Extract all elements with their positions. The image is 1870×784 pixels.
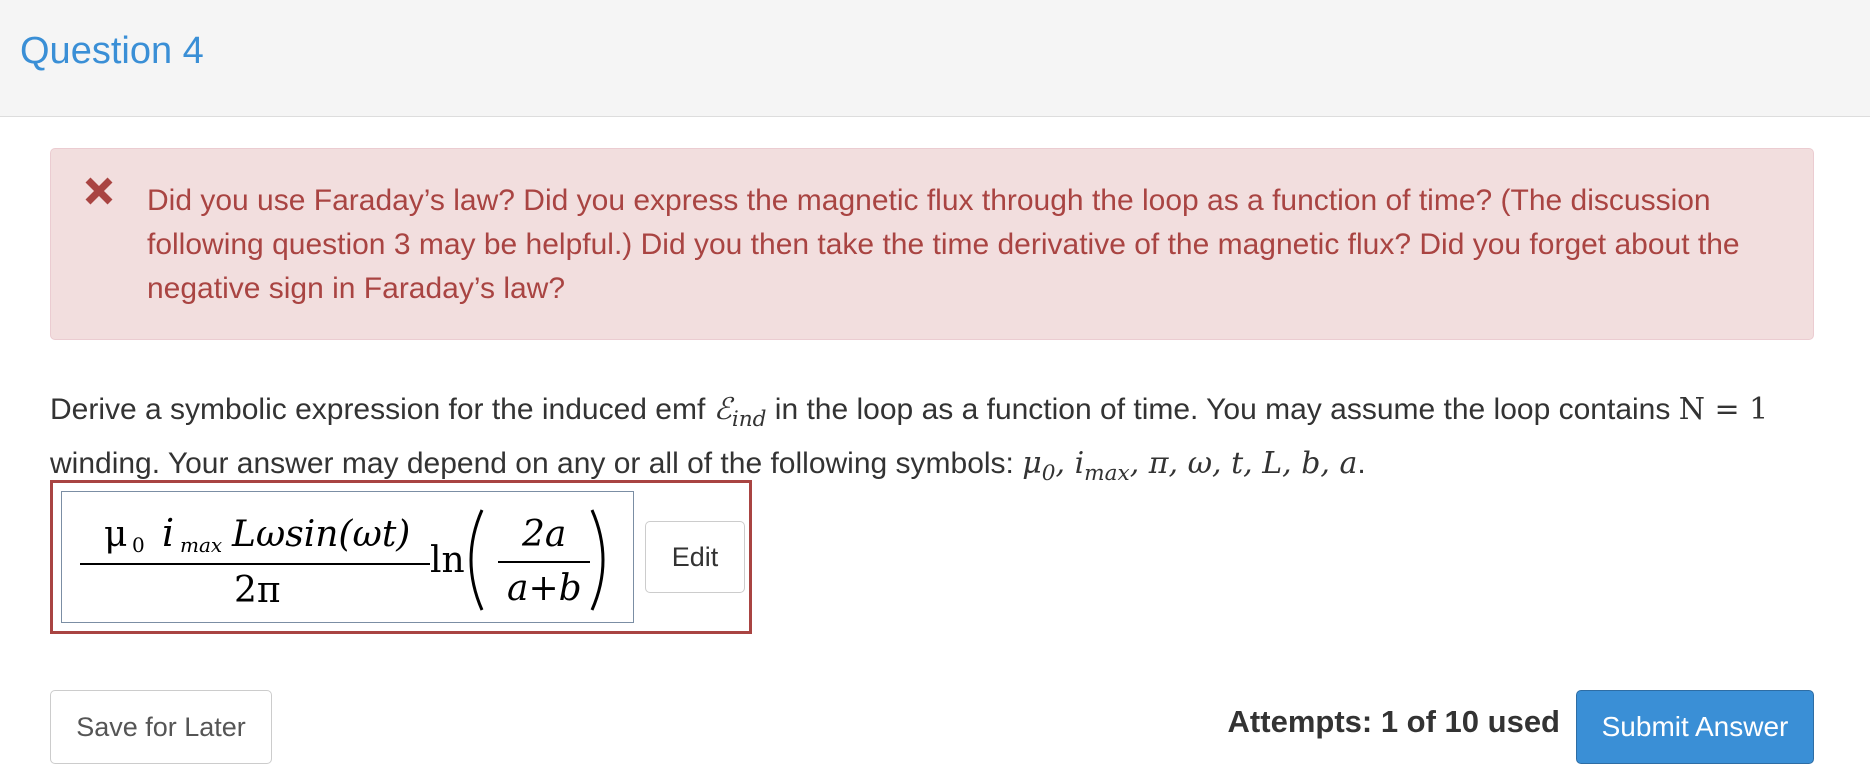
den: 2π xyxy=(234,570,281,611)
feedback-alert: Did you use Faraday’s law? Did you expre… xyxy=(50,148,1814,340)
prompt-text-3: winding. Your answer may depend on any o… xyxy=(50,447,1023,480)
emf-symbol: ℰind xyxy=(713,392,767,432)
question-header: Question 4 xyxy=(0,0,1870,117)
num-mu: μ xyxy=(104,514,127,555)
feedback-message: Did you use Faraday’s law? Did you expre… xyxy=(147,184,1740,305)
submit-answer-button[interactable]: Submit Answer xyxy=(1576,690,1814,764)
question-title: Question 4 xyxy=(20,30,204,72)
ln-symbol: ln xyxy=(430,540,465,581)
num-mu-sub: 0 xyxy=(132,533,145,557)
num-i: i xyxy=(162,511,174,555)
answer-container: μ 0 i max Lωsin(ωt) 2π ln 2a a+b Edit xyxy=(50,480,752,634)
num-i-sub: max xyxy=(180,533,222,557)
close-icon xyxy=(85,177,113,205)
answer-expression[interactable]: μ 0 i max Lωsin(ωt) 2π ln 2a a+b xyxy=(61,491,634,623)
attempts-counter: Attempts: 1 of 10 used xyxy=(1227,704,1560,739)
frac2-num: 2a xyxy=(521,514,566,555)
left-paren xyxy=(469,509,484,611)
edit-button[interactable]: Edit xyxy=(645,521,745,593)
prompt-text-1: Derive a symbolic expression for the ind… xyxy=(50,393,714,426)
num-rest: Lωsin(ωt) xyxy=(231,514,410,555)
frac2-den: a+b xyxy=(507,568,582,609)
prompt-text-2: in the loop as a function of time. You m… xyxy=(766,393,1679,426)
symbol-list: μ0, imax, π, ω, t, L, b, a xyxy=(1022,446,1358,486)
answer-math: μ 0 i max Lωsin(ωt) 2π ln 2a a+b xyxy=(80,509,605,611)
save-for-later-button[interactable]: Save for Later xyxy=(50,690,272,764)
prompt-end: . xyxy=(1357,447,1366,480)
right-paren xyxy=(590,509,605,611)
n-equation: N = 1 xyxy=(1678,392,1769,427)
